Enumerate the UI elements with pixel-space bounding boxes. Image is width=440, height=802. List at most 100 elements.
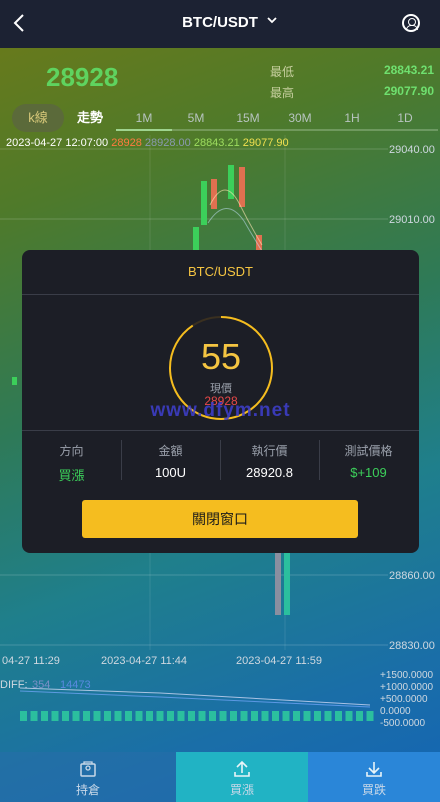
x-tick-label: 04-27 11:29 <box>2 655 60 667</box>
low-label: 最低 <box>270 65 295 79</box>
macd-bar <box>125 711 132 721</box>
macd-bar <box>219 711 227 721</box>
macd-tick-label: -500.0000 <box>380 718 425 729</box>
divider <box>22 294 419 295</box>
user-circle-icon[interactable] <box>402 14 420 32</box>
col-direction: 方向 買漲 <box>22 442 121 484</box>
bottom-nav: 持倉 買漲 買跌 <box>0 752 440 802</box>
y-tick-label: 28860.00 <box>389 570 435 582</box>
col-header: 測試價格 <box>344 444 393 458</box>
macd-bar <box>51 711 59 721</box>
macd-bar <box>104 711 111 721</box>
top-bar: BTC/USDT <box>0 0 440 48</box>
y-tick-label: 29040.00 <box>389 144 435 156</box>
pair-title[interactable]: BTC/USDT <box>0 14 440 31</box>
col-header: 執行價 <box>251 444 288 458</box>
download-icon <box>366 762 382 777</box>
x-tick-label: 2023-04-27 11:59 <box>236 655 322 667</box>
col-header: 金額 <box>158 444 183 458</box>
candle <box>12 377 17 385</box>
macd-bar <box>314 711 321 721</box>
macd-bar <box>261 711 269 721</box>
ohlc-close: 28928.00 <box>144 137 191 149</box>
candle <box>275 545 281 615</box>
tab-kline[interactable]: k線 <box>12 104 64 132</box>
macd-bar <box>146 711 153 721</box>
y-tick-label: 29010.00 <box>389 214 435 226</box>
macd-bar <box>167 711 174 721</box>
order-result-modal: BTC/USDT 55 現價 28928 www.dfym.net 方向 買漲 … <box>22 250 419 553</box>
macd-tick-label: 0.0000 <box>380 706 411 717</box>
tab-underline <box>116 129 438 131</box>
macd-bar <box>30 711 38 721</box>
macd-tick-label: +1500.0000 <box>380 670 434 681</box>
macd-bar <box>188 711 195 721</box>
col-strike: 執行價 28920.8 <box>220 442 319 480</box>
watermark: www.dfym.net <box>150 400 291 421</box>
countdown-number: 55 <box>200 336 242 377</box>
divider <box>22 430 419 431</box>
nav-buy-down[interactable]: 買跌 <box>308 752 440 802</box>
macd-bar <box>335 711 342 721</box>
modal-title: BTC/USDT <box>188 264 253 279</box>
col-value: 28920.8 <box>246 465 293 480</box>
macd-bar <box>114 711 122 721</box>
tab-trend[interactable]: 走勢 <box>66 104 114 132</box>
low-value: 28843.21 <box>383 63 434 77</box>
candle <box>193 227 199 251</box>
macd-bar <box>240 711 248 721</box>
candle <box>201 181 207 225</box>
ma-line <box>209 189 263 246</box>
macd-bar <box>156 711 164 721</box>
col-value: 買漲 <box>58 468 85 483</box>
ohlc-high: 29077.90 <box>242 137 289 149</box>
close-window-button[interactable]: 關閉窗口 <box>82 500 358 538</box>
macd-histogram <box>20 711 374 721</box>
ohlc-time: 2023-04-27 12:07:00 <box>6 137 109 149</box>
macd-bar <box>198 711 206 721</box>
macd-tick-label: +500.0000 <box>380 694 428 705</box>
macd-bar <box>177 711 185 721</box>
candle <box>284 545 290 615</box>
nav-label: 持倉 <box>75 783 100 797</box>
macd-bar <box>72 711 80 721</box>
macd-bar <box>324 711 332 721</box>
col-amount: 金額 100U <box>121 442 220 480</box>
candle <box>239 167 245 207</box>
macd-bar <box>366 711 374 721</box>
tab-1h[interactable]: 1H <box>326 104 378 132</box>
nav-label: 買漲 <box>229 783 254 797</box>
col-value: $+109 <box>350 465 387 480</box>
chevron-down-icon[interactable] <box>266 14 278 28</box>
ma-line <box>207 208 263 252</box>
macd-bar <box>230 711 237 721</box>
nav-buy-up[interactable]: 買漲 <box>176 752 308 802</box>
ohlc-low: 28843.21 <box>193 137 240 149</box>
macd-bar <box>209 711 216 721</box>
col-value: 100U <box>154 465 187 480</box>
current-price: 28928 <box>46 62 119 92</box>
ohlc-info: 2023-04-27 12:07:00 28928 28928.00 28843… <box>6 137 289 149</box>
macd-bar <box>83 711 90 721</box>
nav-positions[interactable]: 持倉 <box>0 752 176 802</box>
macd-tick-label: +1000.0000 <box>380 682 434 693</box>
macd-bar <box>345 711 353 721</box>
high-value: 29077.90 <box>383 84 434 98</box>
nav-label: 買跌 <box>361 783 386 797</box>
tab-1m[interactable]: 1M <box>118 104 170 132</box>
x-tick-label: 2023-04-27 11:44 <box>101 655 187 667</box>
dea-line <box>19 690 371 708</box>
high-label: 最高 <box>270 86 295 100</box>
tab-1d[interactable]: 1D <box>378 104 432 132</box>
col-header: 方向 <box>59 444 84 458</box>
ohlc-open: 28928 <box>111 137 142 149</box>
macd-bar <box>135 711 143 721</box>
interval-tabs: k線 走勢 1M 5M 15M 30M 1H 1D <box>0 104 440 132</box>
macd-bar <box>303 711 311 721</box>
tab-15m[interactable]: 15M <box>222 104 274 132</box>
upload-icon <box>234 760 250 777</box>
tab-30m[interactable]: 30M <box>274 104 326 132</box>
tab-5m[interactable]: 5M <box>170 104 222 132</box>
diff-label: DIFF: <box>0 679 28 691</box>
macd-bar <box>62 711 69 721</box>
